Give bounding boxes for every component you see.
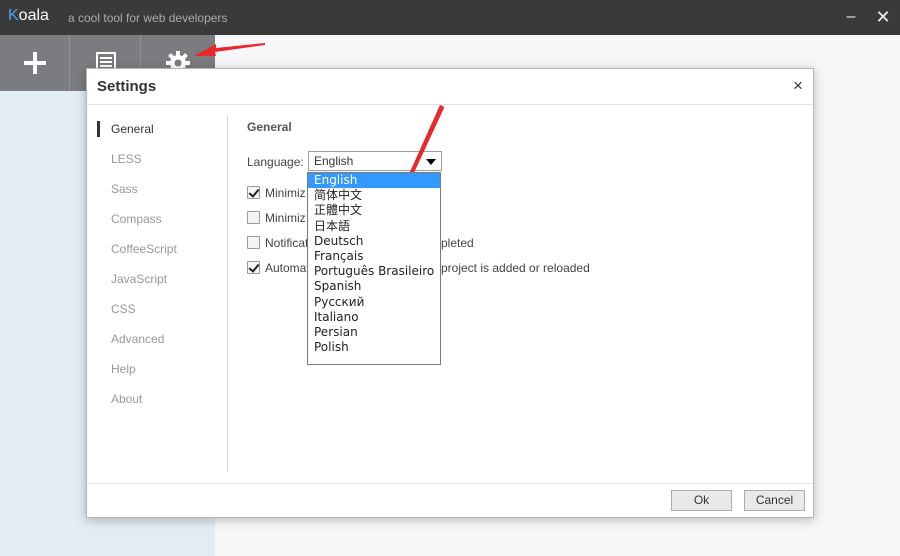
section-title: General bbox=[247, 120, 292, 134]
nav-item-general[interactable]: General bbox=[97, 119, 227, 149]
app-name-initial: K bbox=[8, 7, 19, 24]
language-option-english[interactable]: English bbox=[308, 173, 440, 189]
add-project-button[interactable] bbox=[0, 35, 70, 91]
app-name: Koala bbox=[8, 7, 49, 25]
nav-item-javascript[interactable]: JavaScript bbox=[97, 269, 227, 299]
language-option-italian[interactable]: Italiano bbox=[308, 310, 440, 325]
language-option-traditional-chinese[interactable]: 正體中文 bbox=[308, 203, 440, 218]
language-option-japanese[interactable]: 日本語 bbox=[308, 219, 440, 234]
language-option-russian[interactable]: Русский bbox=[308, 295, 440, 310]
language-select[interactable]: English bbox=[308, 151, 442, 171]
option-label-tail: project is added or reloaded bbox=[441, 261, 590, 275]
app-name-rest: oala bbox=[18, 7, 49, 24]
nav-item-advanced[interactable]: Advanced bbox=[97, 329, 227, 359]
nav-item-about[interactable]: About bbox=[97, 389, 227, 419]
nav-item-compass[interactable]: Compass bbox=[97, 209, 227, 239]
checkbox-minimize-1[interactable] bbox=[247, 186, 260, 199]
language-option-simplified-chinese[interactable]: 简体中文 bbox=[308, 188, 440, 203]
language-dropdown-list: English 简体中文 正體中文 日本語 Deutsch Français P… bbox=[307, 172, 441, 365]
app-tagline: a cool tool for web developers bbox=[68, 11, 228, 25]
option-label-tail: pleted bbox=[441, 236, 474, 250]
language-option-portuguese[interactable]: Português Brasileiro bbox=[308, 264, 440, 279]
settings-dialog: Settings × General LESS Sass Compass Cof… bbox=[86, 68, 814, 518]
option-label: Minimiz bbox=[265, 211, 306, 225]
app-titlebar: Koala a cool tool for web developers – ✕ bbox=[0, 0, 900, 35]
nav-item-less[interactable]: LESS bbox=[97, 149, 227, 179]
checkbox-minimize-2[interactable] bbox=[247, 211, 260, 224]
language-option-persian[interactable]: Persian bbox=[308, 325, 440, 340]
language-option-french[interactable]: Français bbox=[308, 249, 440, 264]
checkbox-auto-compile[interactable] bbox=[247, 261, 260, 274]
nav-item-help[interactable]: Help bbox=[97, 359, 227, 389]
minimize-button[interactable]: – bbox=[840, 6, 862, 28]
language-option-german[interactable]: Deutsch bbox=[308, 234, 440, 249]
nav-divider bbox=[227, 115, 228, 472]
dialog-title: Settings bbox=[97, 78, 157, 95]
language-select-value: English bbox=[314, 154, 354, 168]
chevron-down-icon bbox=[426, 159, 436, 165]
ok-button[interactable]: Ok bbox=[671, 490, 732, 511]
checkbox-notification[interactable] bbox=[247, 236, 260, 249]
language-option-spanish[interactable]: Spanish bbox=[308, 279, 440, 294]
cancel-button[interactable]: Cancel bbox=[744, 490, 805, 511]
plus-icon bbox=[23, 52, 46, 74]
dialog-footer-divider bbox=[87, 483, 813, 484]
option-label: Notificat bbox=[265, 236, 309, 250]
option-label: Automat bbox=[265, 261, 310, 275]
close-window-button[interactable]: ✕ bbox=[872, 6, 894, 28]
settings-nav: General LESS Sass Compass CoffeeScript J… bbox=[97, 119, 227, 419]
nav-item-sass[interactable]: Sass bbox=[97, 179, 227, 209]
option-label: Minimiz bbox=[265, 186, 306, 200]
dialog-close-button[interactable]: × bbox=[790, 77, 806, 95]
nav-item-coffeescript[interactable]: CoffeeScript bbox=[97, 239, 227, 269]
nav-item-css[interactable]: CSS bbox=[97, 299, 227, 329]
language-option-polish[interactable]: Polish bbox=[308, 340, 440, 355]
dialog-header-divider bbox=[87, 104, 813, 105]
language-label: Language: bbox=[247, 155, 304, 169]
